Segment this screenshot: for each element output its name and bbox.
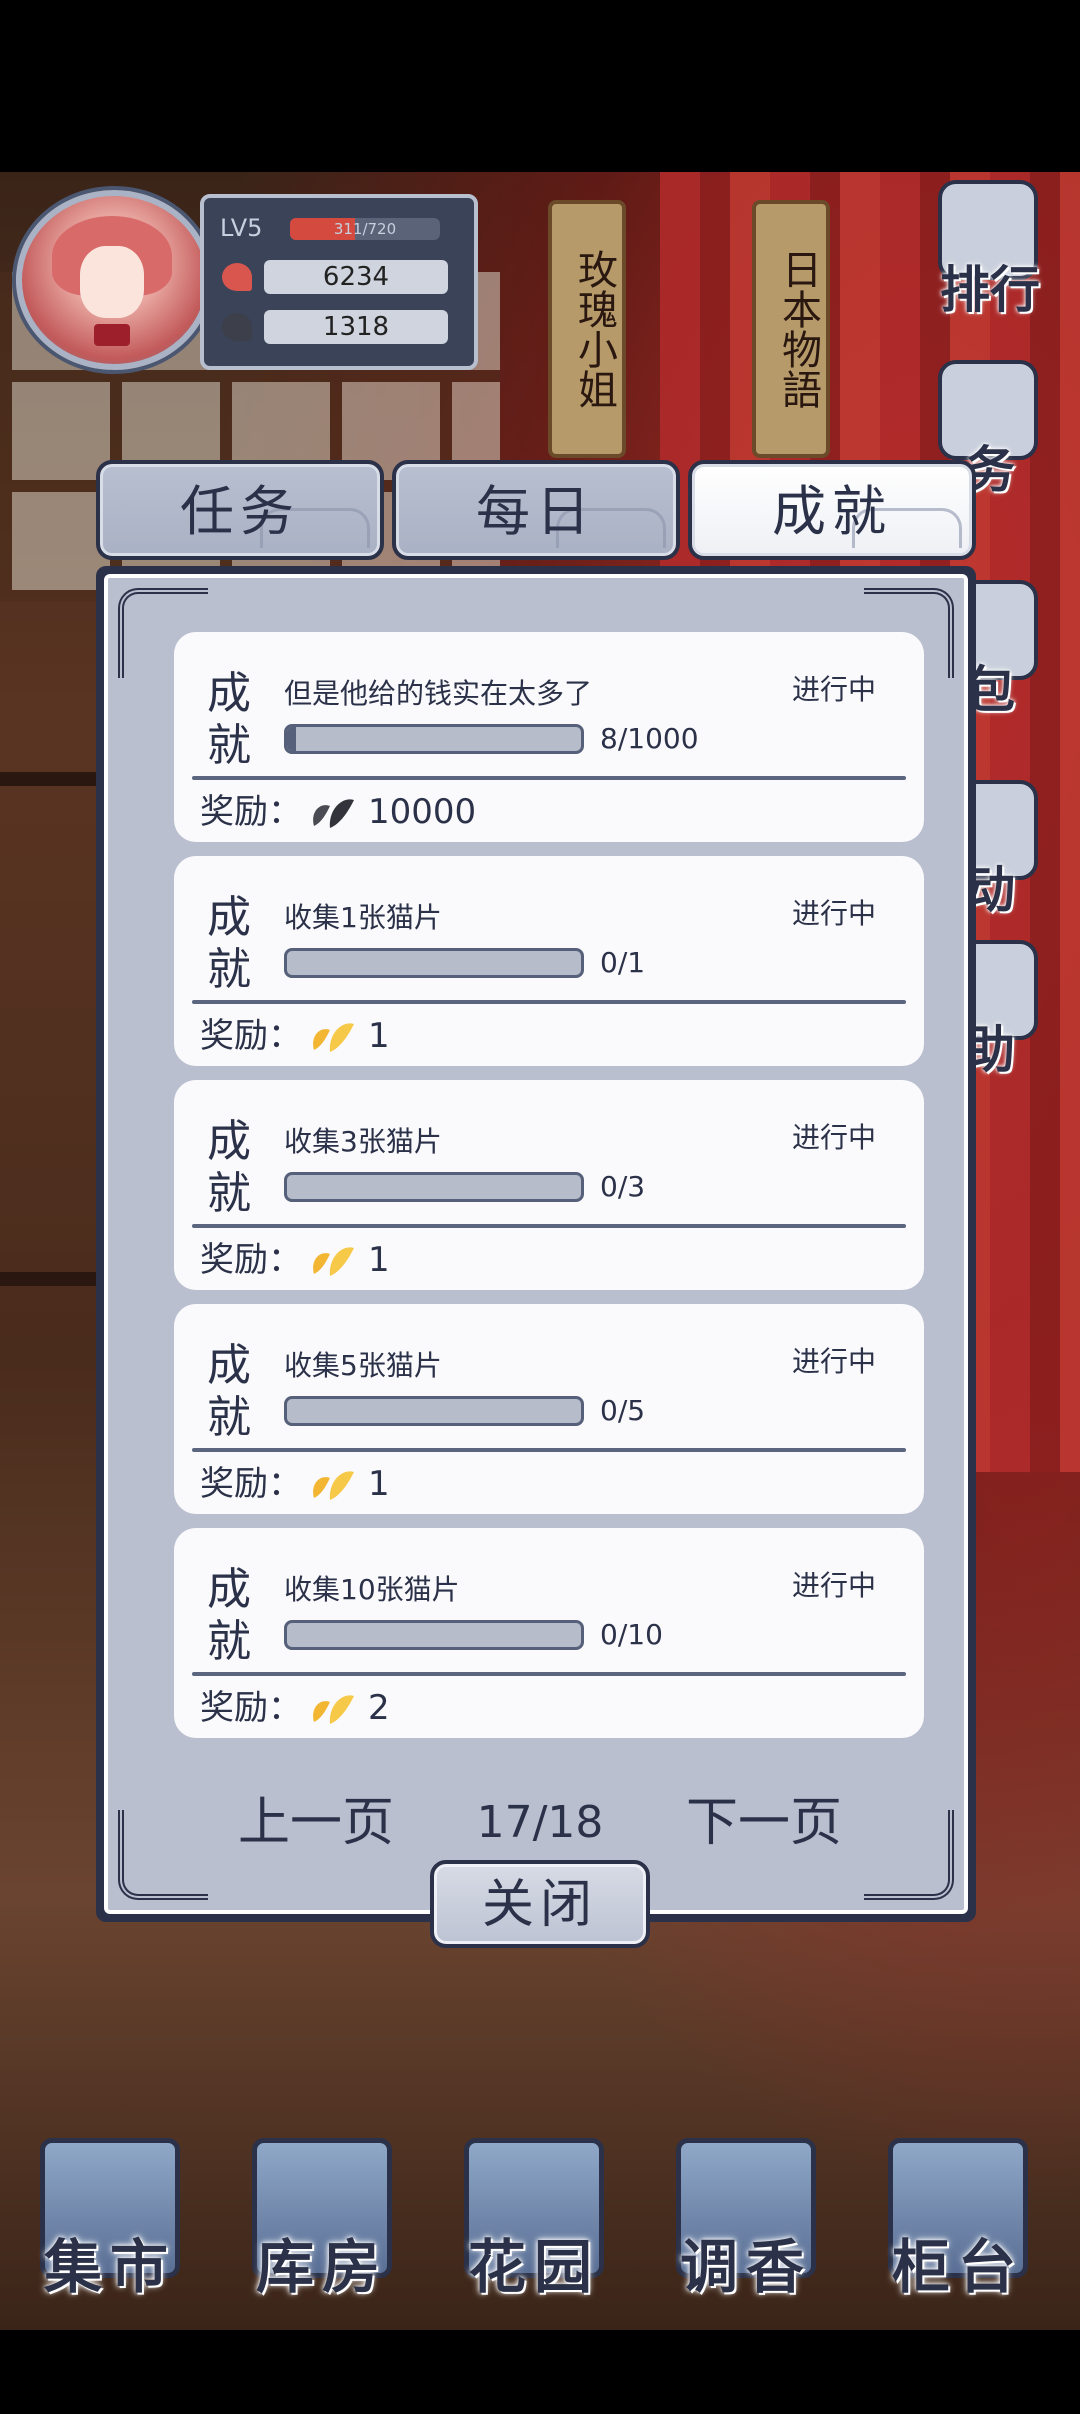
- reward-value: 1: [368, 1240, 390, 1280]
- tab-tasks[interactable]: 任务: [96, 460, 384, 560]
- nav-label: 花园: [467, 2233, 600, 2301]
- achievement-progress-text: 0/1: [600, 946, 646, 979]
- tab-label: 成就: [772, 480, 892, 543]
- avatar-bow: [94, 324, 130, 346]
- pager: 17/18 上一页 下一页: [108, 1788, 972, 1858]
- achievement-status: 进行中: [791, 1345, 876, 1378]
- reward-value: 1: [368, 1016, 390, 1056]
- side-menu-label: 排行: [940, 260, 1040, 319]
- achievement-kind-label: 成就: [207, 1340, 251, 1443]
- reward-label: 奖励：: [200, 1240, 302, 1280]
- achievement-status: 进行中: [791, 1569, 876, 1602]
- tab-daily[interactable]: 每日: [392, 460, 680, 560]
- close-button[interactable]: 关闭: [430, 1860, 650, 1948]
- card-divider: [192, 776, 906, 780]
- grey-petal-icon: [222, 313, 252, 341]
- nav-garden[interactable]: 花园: [444, 2130, 624, 2301]
- nav-label: 集市: [43, 2233, 176, 2301]
- achievement-progress-bar: [284, 724, 584, 754]
- achievement-status: 进行中: [791, 673, 876, 706]
- achievement-card: 成就 但是他给的钱实在太多了 进行中 8/1000 奖励： 10000: [174, 632, 924, 842]
- reward-value: 10000: [368, 792, 477, 832]
- dialog-panel: 成就 但是他给的钱实在太多了 进行中 8/1000 奖励： 10000 成就 收集1张猫片 进行…: [104, 574, 968, 1914]
- player-profile[interactable]: LV5 311/720 6234 1318: [10, 186, 478, 376]
- gold-petal-icon: [308, 1464, 360, 1506]
- achievement-progress-bar: [284, 1172, 584, 1202]
- red-petal-icon: [222, 263, 252, 291]
- reward-label: 奖励：: [200, 1688, 302, 1728]
- hanging-tag-rose: 玫瑰小姐: [548, 200, 626, 458]
- achievement-card: 成就 收集3张猫片 进行中 0/3 奖励： 1: [174, 1080, 924, 1290]
- achievement-kind-label: 成就: [207, 1116, 251, 1219]
- achievement-status: 进行中: [791, 897, 876, 930]
- prev-page-button[interactable]: 上一页: [238, 1788, 394, 1858]
- currency-red-value: 6234: [264, 260, 448, 294]
- navigation-bar-area: [0, 2330, 1080, 2414]
- nav-market[interactable]: 集市: [20, 2130, 200, 2301]
- achievement-kind-label: 成就: [207, 1564, 251, 1667]
- close-label: 关闭: [481, 1875, 598, 1935]
- card-divider: [192, 1448, 906, 1452]
- currency-red-row: 6234: [218, 260, 468, 294]
- achievement-progress-text: 0/10: [600, 1618, 663, 1651]
- level-label: LV5: [220, 214, 263, 242]
- nav-perfume[interactable]: 调香: [656, 2130, 836, 2301]
- reward-label: 奖励：: [200, 792, 302, 832]
- dialog-tabs: 任务 每日 成就: [96, 460, 976, 566]
- currency-grey-row: 1318: [218, 310, 468, 344]
- gold-petal-icon: [308, 1240, 360, 1282]
- tab-achievements[interactable]: 成就: [688, 460, 976, 560]
- achievement-progress-bar: [284, 1620, 584, 1650]
- avatar-face: [80, 246, 144, 318]
- xp-text: 311/720: [333, 220, 397, 238]
- achievement-title: 收集10张猫片: [284, 1573, 460, 1606]
- achievement-title: 收集1张猫片: [284, 901, 442, 934]
- tab-label: 任务: [180, 480, 300, 543]
- nav-warehouse[interactable]: 库房: [232, 2130, 412, 2301]
- nav-label: 调香: [679, 2233, 812, 2301]
- hanging-tag-japan: 日本物語: [752, 200, 830, 458]
- achievement-progress-text: 0/3: [600, 1170, 646, 1203]
- bottom-nav: 集市 库房 花园 调香 柜台: [20, 2130, 1060, 2301]
- card-divider: [192, 1000, 906, 1004]
- achievement-progress-bar: [284, 1396, 584, 1426]
- next-page-button[interactable]: 下一页: [686, 1788, 842, 1858]
- achievement-kind-label: 成就: [207, 668, 251, 771]
- reward-label: 奖励：: [200, 1016, 302, 1056]
- nav-label: 柜台: [891, 2233, 1024, 2301]
- status-bar-area: [0, 0, 1080, 172]
- nav-label: 库房: [255, 2233, 388, 2301]
- gold-petal-icon: [308, 1688, 360, 1730]
- card-divider: [192, 1672, 906, 1676]
- nav-counter[interactable]: 柜台: [868, 2130, 1048, 2301]
- achievement-status: 进行中: [791, 1121, 876, 1154]
- currency-grey-value: 1318: [264, 310, 448, 344]
- side-menu-ranking[interactable]: 排行: [910, 180, 1070, 330]
- achievement-title: 但是他给的钱实在太多了: [284, 677, 593, 710]
- reward-value: 2: [368, 1688, 390, 1728]
- reward-label: 奖励：: [200, 1464, 302, 1504]
- achievement-card: 成就 收集1张猫片 进行中 0/1 奖励： 1: [174, 856, 924, 1066]
- achievement-title: 收集3张猫片: [284, 1125, 442, 1158]
- achievement-card: 成就 收集5张猫片 进行中 0/5 奖励： 1: [174, 1304, 924, 1514]
- card-divider: [192, 1224, 906, 1228]
- achievement-progress-text: 8/1000: [600, 722, 699, 755]
- gold-petal-icon: [308, 1016, 360, 1058]
- achievement-dialog: 成就 但是他给的钱实在太多了 进行中 8/1000 奖励： 10000 成就 收集1张猫片 进行…: [96, 566, 976, 1922]
- tab-label: 每日: [476, 480, 596, 543]
- achievement-card: 成就 收集10张猫片 进行中 0/10 奖励： 2: [174, 1528, 924, 1738]
- achievement-progress-fill: [287, 727, 296, 751]
- player-info-box: LV5 311/720 6234 1318: [200, 194, 478, 370]
- shelf: [0, 1272, 110, 1286]
- reward-value: 1: [368, 1464, 390, 1504]
- achievement-progress-text: 0/5: [600, 1394, 646, 1427]
- achievement-progress-bar: [284, 948, 584, 978]
- xp-bar: 311/720: [290, 218, 440, 240]
- achievement-kind-label: 成就: [207, 892, 251, 995]
- grey-petal-icon: [308, 792, 360, 834]
- shelf: [0, 772, 110, 786]
- achievement-title: 收集5张猫片: [284, 1349, 442, 1382]
- avatar[interactable]: [16, 190, 212, 370]
